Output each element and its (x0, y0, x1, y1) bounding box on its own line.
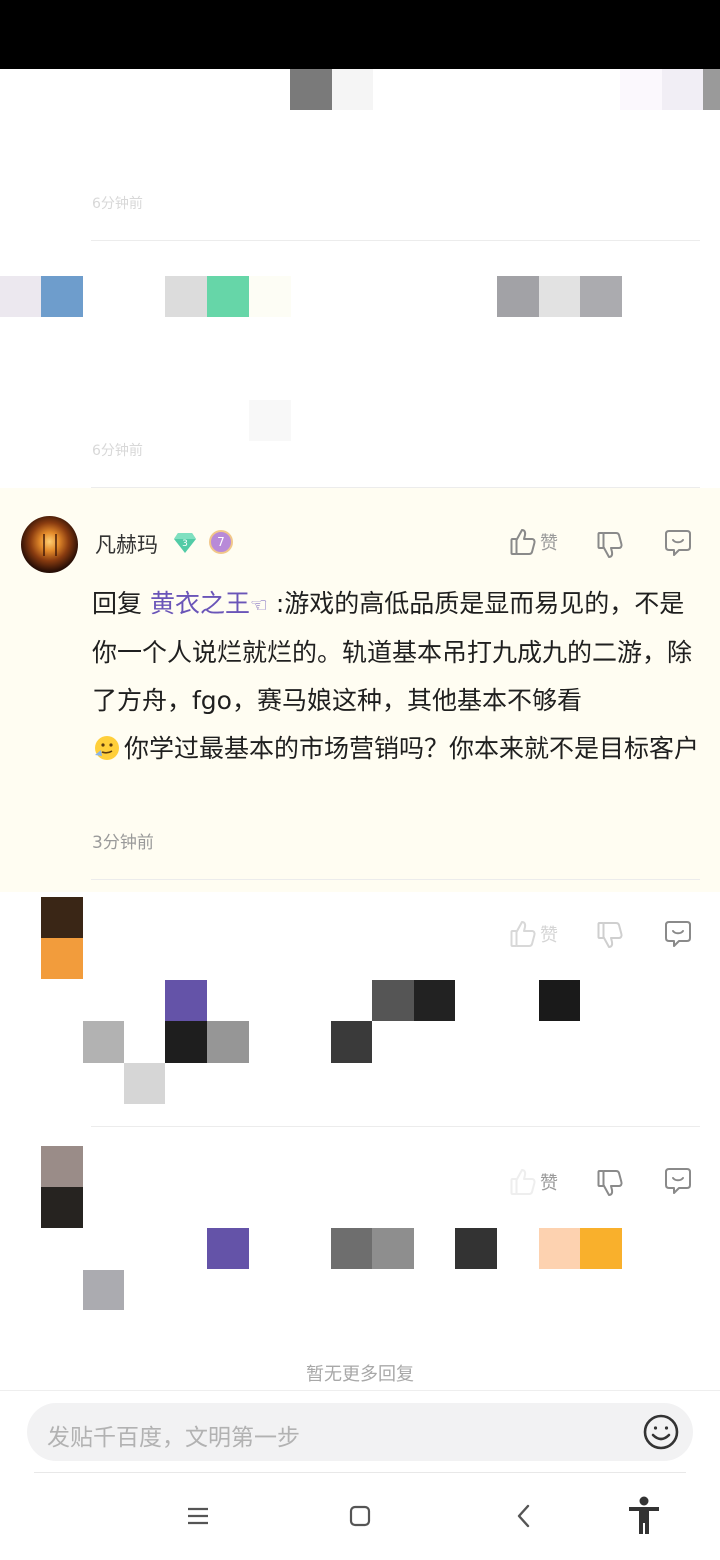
member-badge: 7 (209, 530, 233, 554)
divider (91, 1126, 700, 1127)
thumb-up-icon (510, 529, 536, 555)
mosaic-block (331, 1021, 372, 1063)
like-button[interactable]: 赞 (510, 920, 558, 948)
reply-text-part2: 你学过最基本的市场营销吗？你本来就不是目标客户 (124, 734, 700, 763)
avatar (41, 938, 83, 979)
like-button[interactable]: 赞 (510, 528, 558, 556)
menu-icon (188, 1507, 208, 1525)
mosaic-block (165, 276, 207, 317)
mosaic-block (207, 1228, 249, 1269)
mosaic-block (83, 1021, 124, 1063)
thumb-down-icon[interactable] (597, 1169, 624, 1197)
like-label: 赞 (540, 533, 558, 554)
level-gem-icon: 3 (174, 533, 196, 553)
thumb-down-icon[interactable] (597, 921, 624, 949)
status-bar (0, 0, 720, 69)
avatar[interactable] (21, 516, 78, 573)
reply-time: 3分钟前 (92, 833, 154, 853)
divider (91, 879, 700, 880)
mosaic-block (207, 1021, 249, 1063)
mosaic-block (703, 69, 720, 110)
mosaic-block (331, 1228, 372, 1269)
mosaic-block (620, 69, 662, 110)
smiley-icon[interactable] (642, 1413, 680, 1451)
mosaic-block (455, 1228, 497, 1269)
mosaic-block (124, 1063, 165, 1104)
avatar[interactable] (41, 897, 83, 938)
avatar (41, 1187, 83, 1228)
menu-button[interactable] (178, 1496, 218, 1536)
mosaic-block (372, 1228, 414, 1269)
thumb-up-icon (510, 921, 536, 947)
mosaic-block (332, 69, 373, 110)
comment-icon[interactable] (664, 1167, 692, 1195)
like-label: 赞 (540, 925, 558, 946)
divider (91, 240, 700, 241)
mosaic-block (0, 276, 41, 317)
mosaic-block (580, 1228, 622, 1269)
mosaic-block (165, 980, 207, 1021)
svg-text:3: 3 (182, 539, 188, 549)
mosaic-block (249, 400, 291, 441)
username[interactable]: 凡赫玛 (95, 529, 158, 559)
mosaic-block (165, 1021, 207, 1063)
mosaic-block (83, 1270, 124, 1310)
mosaic-block (539, 980, 580, 1021)
divider (34, 1472, 686, 1473)
comment-time-faded: 6分钟前 (92, 443, 143, 459)
mosaic-block (539, 276, 580, 317)
mosaic-block (41, 276, 83, 317)
mosaic-block (290, 69, 332, 110)
comment-icon[interactable] (664, 529, 692, 557)
mosaic-block (372, 980, 414, 1021)
thumb-up-icon (510, 1169, 536, 1195)
thinking-emoji-icon (95, 736, 119, 760)
mention-link[interactable]: 黄衣之王☜ (150, 589, 268, 618)
reply-prefix: 回复 (92, 589, 150, 618)
avatar[interactable] (41, 1146, 83, 1187)
mosaic-block (497, 276, 539, 317)
reply-text: 回复 黄衣之王☜ :游戏的高低品质是显而易见的，不是你一个人说烂就烂的。轨道基本… (92, 580, 702, 773)
thumb-down-icon[interactable] (597, 531, 624, 559)
reply-input-placeholder: 发贴千百度，文明第一步 (47, 1425, 300, 1451)
comment-icon[interactable] (664, 920, 692, 948)
like-button[interactable]: 赞 (510, 1168, 558, 1196)
home-button[interactable] (340, 1496, 380, 1536)
mosaic-block (249, 276, 291, 317)
accessibility-button[interactable] (624, 1496, 664, 1536)
accessibility-icon (629, 1496, 659, 1534)
mosaic-block (207, 276, 249, 317)
mosaic-block (414, 980, 455, 1021)
mosaic-block (580, 276, 622, 317)
mosaic-block (662, 69, 703, 110)
home-icon (349, 1505, 371, 1527)
like-label: 赞 (540, 1173, 558, 1194)
no-more-replies: 暂无更多回复 (306, 1364, 414, 1385)
comment-time-faded: 6分钟前 (92, 196, 143, 212)
back-button[interactable] (504, 1496, 544, 1536)
mosaic-block (539, 1228, 580, 1269)
back-icon (517, 1504, 530, 1528)
